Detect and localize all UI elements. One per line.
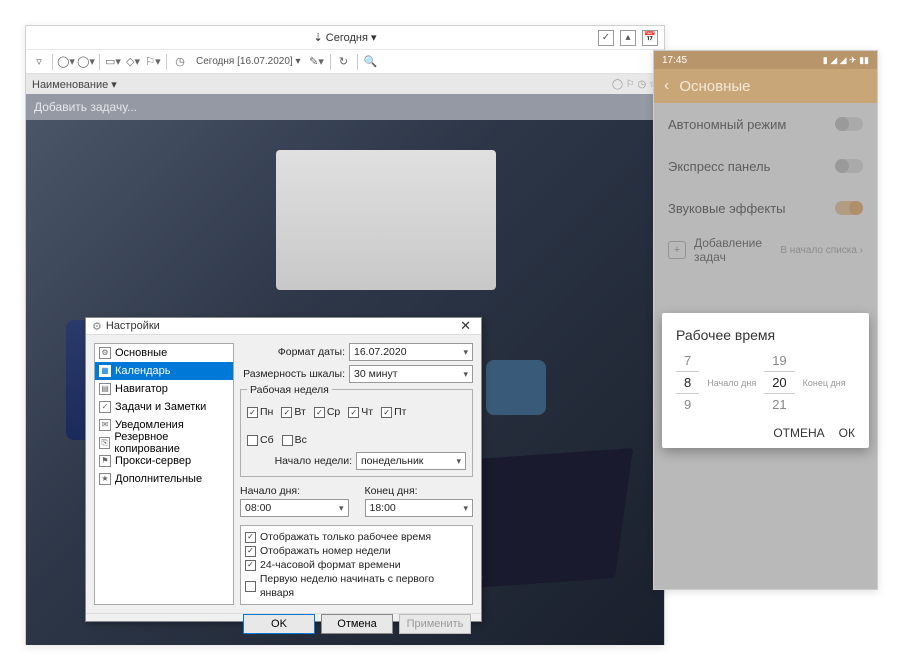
day-Вт[interactable]: Вт — [281, 406, 305, 418]
checkbox-icon[interactable] — [281, 407, 292, 418]
option-row[interactable]: Первую неделю начинать с первого января — [245, 572, 468, 600]
day-Чт[interactable]: Чт — [348, 406, 373, 418]
nav-tasks[interactable]: ✓Задачи и Заметки — [95, 398, 233, 416]
coaster-shape — [486, 360, 546, 415]
checkbox-icon[interactable] — [282, 435, 293, 446]
option-row[interactable]: 24-часовой формат времени — [245, 558, 468, 572]
status-icons: ▮ ◢ ◢ ✈ ▮▮ — [823, 55, 869, 66]
dialog-cancel-button[interactable]: ОТМЕНА — [773, 426, 824, 440]
checkbox-icon[interactable] — [247, 435, 258, 446]
check-icon[interactable]: ✓ — [598, 30, 614, 46]
day-end-select[interactable]: 18:00 — [365, 499, 474, 517]
brush-icon[interactable]: ✎▾ — [308, 53, 326, 71]
nav-backup[interactable]: ⎘Резервное копирование — [95, 434, 233, 452]
user2-icon[interactable]: ◯▾ — [77, 53, 95, 71]
settings-dialog: ⚙ Настройки ✕ ⚙Основные ▦Календарь ▤Нави… — [85, 317, 482, 622]
start-picker-label: Начало дня — [707, 378, 756, 388]
window-titlebar: ⇣ Сегодня ▾ ✓ ▴ 📅 — [26, 26, 664, 50]
phone-time: 17:45 — [662, 55, 687, 66]
week-start-select[interactable]: понедельник — [356, 452, 466, 470]
day-Пт[interactable]: Пт — [381, 406, 406, 418]
desktop-background: ⚙ Настройки ✕ ⚙Основные ▦Календарь ▤Нави… — [26, 120, 664, 645]
add-task-row[interactable]: Добавить задачу... — [26, 94, 664, 120]
checkbox-icon[interactable] — [245, 581, 256, 592]
date-format-select[interactable]: 16.07.2020 — [349, 343, 473, 361]
option-row[interactable]: Отображать номер недели — [245, 544, 468, 558]
start-picker[interactable]: 7 8 9 — [676, 353, 699, 412]
checkbox-icon[interactable] — [245, 560, 256, 571]
option-row[interactable]: Отображать только рабочее время — [245, 530, 468, 544]
phone-screen: 17:45 ▮ ◢ ◢ ✈ ▮▮ ‹ Основные Автономный р… — [653, 50, 878, 590]
filter-icon[interactable]: ▿ — [30, 53, 48, 71]
column-icons: ◯ ⚐ ◷ ☆ — [612, 79, 658, 90]
today-dropdown[interactable]: ⇣ Сегодня ▾ — [313, 31, 376, 44]
calendar-icon[interactable]: 📅 — [642, 30, 658, 46]
up-icon[interactable]: ▴ — [620, 30, 636, 46]
day-start-label: Начало дня: — [240, 485, 349, 497]
day-end-label: Конец дня: — [365, 485, 474, 497]
monitor-shape — [276, 150, 496, 290]
checkbox-icon[interactable] — [381, 407, 392, 418]
workweek-title: Рабочая неделя — [247, 384, 332, 396]
nav-extra[interactable]: ★Дополнительные — [95, 470, 233, 488]
scale-label: Размерность шкалы: — [240, 368, 345, 380]
day-Вс[interactable]: Вс — [282, 434, 307, 446]
close-icon[interactable]: ✕ — [456, 318, 475, 334]
user-icon[interactable]: ◯▾ — [57, 53, 75, 71]
column-name[interactable]: Наименование ▾ — [32, 78, 117, 91]
end-picker-label: Конец дня — [803, 378, 846, 388]
flag-icon[interactable]: ⚐▾ — [144, 53, 162, 71]
nav-general[interactable]: ⚙Основные — [95, 344, 233, 362]
day-Пн[interactable]: Пн — [247, 406, 273, 418]
toolbar-date[interactable]: Сегодня [16.07.2020] ▾ — [191, 55, 306, 68]
settings-content: Формат даты: 16.07.2020 Размерность шкал… — [240, 343, 473, 605]
day-start-select[interactable]: 08:00 — [240, 499, 349, 517]
dialog-title: Рабочее время — [676, 327, 855, 343]
desktop-app-window: ⇣ Сегодня ▾ ✓ ▴ 📅 ▿ ◯▾ ◯▾ ▭▾ ◇▾ ⚐▾ ◷ Сег… — [25, 25, 665, 645]
tag-icon[interactable]: ◇▾ — [124, 53, 142, 71]
phone-list: Автономный режим Экспресс панель Звуковы… — [654, 103, 877, 589]
cancel-button[interactable]: Отмена — [321, 614, 393, 634]
ok-button[interactable]: OK — [243, 614, 315, 634]
phone-statusbar: 17:45 ▮ ◢ ◢ ✈ ▮▮ — [654, 51, 877, 69]
week-start-label: Начало недели: — [247, 455, 352, 467]
nav-navigator[interactable]: ▤Навигатор — [95, 380, 233, 398]
back-icon[interactable]: ‹ — [664, 77, 669, 95]
toolbar: ▿ ◯▾ ◯▾ ▭▾ ◇▾ ⚐▾ ◷ Сегодня [16.07.2020] … — [26, 50, 664, 74]
phone-title: Основные — [679, 78, 750, 95]
date-icon[interactable]: ◷ — [171, 53, 189, 71]
checkbox-icon[interactable] — [245, 532, 256, 543]
date-format-label: Формат даты: — [240, 346, 345, 358]
end-picker[interactable]: 19 20 21 — [764, 353, 794, 412]
dialog-titlebar: ⚙ Настройки ✕ — [86, 318, 481, 335]
search-icon[interactable]: 🔍 — [362, 53, 380, 71]
options-box: Отображать только рабочее времяОтображат… — [240, 525, 473, 605]
dialog-title: Настройки — [106, 320, 160, 332]
apply-button[interactable]: Применить — [399, 614, 471, 634]
worktime-dialog: Рабочее время 7 8 9 Начало дня 19 20 21 … — [662, 313, 869, 448]
phone-header: ‹ Основные — [654, 69, 877, 103]
settings-nav: ⚙Основные ▦Календарь ▤Навигатор ✓Задачи … — [94, 343, 234, 605]
list-header[interactable]: Наименование ▾ ◯ ⚐ ◷ ☆ — [26, 74, 664, 94]
day-Сб[interactable]: Сб — [247, 434, 274, 446]
checkbox-icon[interactable] — [348, 407, 359, 418]
checkbox-icon[interactable] — [247, 407, 258, 418]
gear-icon: ⚙ — [92, 320, 102, 333]
day-Ср[interactable]: Ср — [314, 406, 340, 418]
nav-calendar[interactable]: ▦Календарь — [95, 362, 233, 380]
checkbox-icon[interactable] — [314, 407, 325, 418]
workweek-fieldset: Рабочая неделя ПнВтСрЧтПтСбВс Начало нед… — [240, 389, 473, 477]
folder-icon[interactable]: ▭▾ — [104, 53, 122, 71]
dialog-ok-button[interactable]: ОК — [839, 426, 855, 440]
checkbox-icon[interactable] — [245, 546, 256, 557]
refresh-icon[interactable]: ↻ — [335, 53, 353, 71]
scale-select[interactable]: 30 минут — [349, 365, 473, 383]
